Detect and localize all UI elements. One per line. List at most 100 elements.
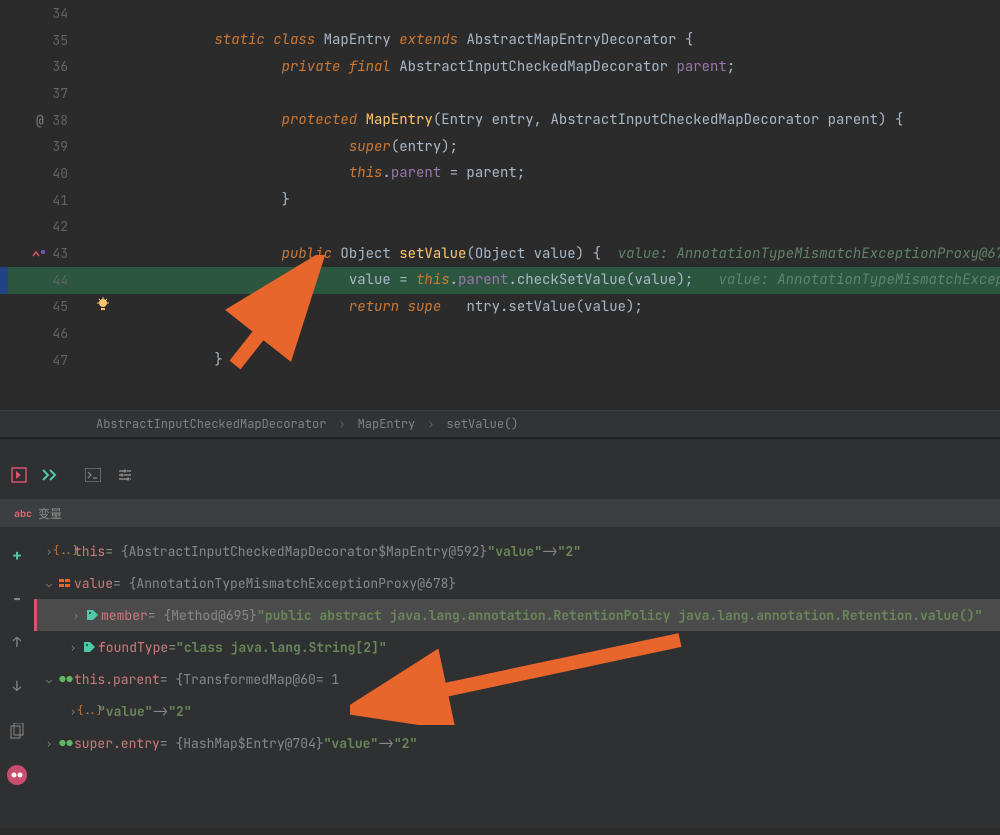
code-content[interactable]: this.parent = parent; bbox=[80, 164, 1000, 182]
variable-value: = bbox=[168, 639, 176, 656]
variables-label: 变量 bbox=[38, 505, 62, 522]
code-line[interactable]: 42 bbox=[0, 214, 1000, 241]
side-controls: + − ↑ ↓ bbox=[0, 535, 34, 835]
code-line[interactable]: 41 } bbox=[0, 187, 1000, 214]
code-content[interactable] bbox=[80, 4, 1000, 22]
copy-icon[interactable] bbox=[10, 715, 24, 747]
line-number: 36 bbox=[0, 53, 80, 80]
code-content[interactable] bbox=[80, 84, 1000, 102]
variable-row[interactable]: ⌄ value = {AnnotationTypeMismatchExceptio… bbox=[34, 567, 1000, 599]
variable-value: = {HashMap$Entry@704} bbox=[160, 735, 324, 752]
code-line[interactable]: 37 bbox=[0, 80, 1000, 107]
debug-panel: abc 变量 + − ↑ ↓ ›{..}this = {AbstractInputCh… bbox=[0, 438, 1000, 828]
code-line[interactable]: 43 public Object setValue(Object value) … bbox=[0, 240, 1000, 267]
code-line[interactable]: 35 static class MapEntry extends Abstrac… bbox=[0, 27, 1000, 54]
code-content[interactable]: } bbox=[80, 191, 1000, 209]
settings-icon[interactable] bbox=[116, 466, 134, 484]
abc-icon: abc bbox=[14, 507, 32, 520]
line-number: 44 bbox=[0, 267, 80, 294]
variable-row[interactable]: ›super.entry = {HashMap$Entry@704} "valu… bbox=[34, 727, 1000, 759]
var-type-icon bbox=[58, 671, 74, 687]
line-number: 42 bbox=[0, 214, 80, 241]
breadcrumb-item[interactable]: AbstractInputCheckedMapDecorator bbox=[90, 416, 332, 432]
variable-string: "class java.lang.String[2]" bbox=[176, 639, 387, 656]
variable-name: foundType bbox=[98, 639, 168, 656]
code-content[interactable] bbox=[80, 218, 1000, 236]
code-line[interactable]: 40 this.parent = parent; bbox=[0, 160, 1000, 187]
line-number: 41 bbox=[0, 187, 80, 214]
breadcrumb: AbstractInputCheckedMapDecorator › MapEn… bbox=[0, 410, 1000, 438]
debug-marker-icon bbox=[32, 245, 46, 262]
step-over-icon[interactable] bbox=[42, 466, 60, 484]
breadcrumb-item[interactable]: MapEntry bbox=[352, 416, 422, 432]
variable-string: "2" bbox=[168, 703, 191, 720]
console-icon[interactable] bbox=[84, 466, 102, 484]
variable-row[interactable]: ⌄ this.parent = {TransformedMap@60 = 1 bbox=[34, 663, 1000, 695]
chevron-icon[interactable]: ⌄ bbox=[46, 577, 58, 590]
breadcrumb-separator: › bbox=[332, 416, 351, 432]
line-number: 43 bbox=[0, 240, 80, 267]
var-type-icon bbox=[82, 639, 98, 655]
variable-row[interactable]: ›{..}this = {AbstractInputCheckedMapDeco… bbox=[34, 535, 1000, 567]
code-line[interactable]: 39 super(entry); bbox=[0, 133, 1000, 160]
var-type-icon: {..} bbox=[58, 543, 74, 559]
code-content[interactable]: } bbox=[80, 325, 1000, 343]
arrow-text: -> bbox=[378, 735, 394, 752]
code-content[interactable]: private final AbstractInputCheckedMapDec… bbox=[80, 58, 1000, 76]
code-content[interactable]: value = this.parent.checkSetValue(value)… bbox=[80, 271, 1000, 289]
variable-row[interactable]: ›{..}"value" -> "2" bbox=[34, 695, 1000, 727]
code-line[interactable]: 38@ protected MapEntry(Entry entry, Abst… bbox=[0, 107, 1000, 134]
line-number: 47 bbox=[0, 347, 80, 374]
variable-string: "public abstract java.lang.annotation.Re… bbox=[257, 607, 982, 624]
code-editor[interactable]: 34 35 static class MapEntry extends Abst… bbox=[0, 0, 1000, 410]
down-icon[interactable]: ↓ bbox=[13, 671, 21, 703]
breadcrumb-separator: › bbox=[421, 416, 440, 432]
line-number: 38@ bbox=[0, 107, 80, 134]
code-content[interactable]: protected MapEntry(Entry entry, Abstract… bbox=[80, 111, 1000, 129]
chevron-icon[interactable]: › bbox=[73, 609, 85, 622]
code-line[interactable]: 45 return supe ntry.setValue(value); bbox=[0, 294, 1000, 321]
variable-name: this.parent bbox=[74, 671, 160, 688]
code-content[interactable]: static class MapEntry extends AbstractMa… bbox=[80, 31, 1000, 49]
var-type-icon bbox=[85, 607, 101, 623]
variable-name: super.entry bbox=[74, 735, 160, 752]
variable-value: = {TransformedMap@60 bbox=[160, 671, 316, 688]
chevron-icon[interactable]: › bbox=[46, 737, 58, 750]
variable-value: = 1 bbox=[316, 671, 339, 688]
debug-toolbar bbox=[0, 457, 1000, 493]
code-line[interactable]: 46 } bbox=[0, 320, 1000, 347]
variable-name: value bbox=[74, 575, 113, 592]
code-line[interactable]: 36 private final AbstractInputCheckedMap… bbox=[0, 53, 1000, 80]
arrow-text: -> bbox=[542, 543, 558, 560]
line-number: 39 bbox=[0, 133, 80, 160]
var-type-icon bbox=[58, 575, 74, 591]
up-icon[interactable]: ↑ bbox=[13, 627, 21, 659]
code-content[interactable]: super(entry); bbox=[80, 138, 1000, 156]
variable-row[interactable]: › foundType = "class java.lang.String[2]" bbox=[34, 631, 1000, 663]
code-line[interactable]: 47 } bbox=[0, 347, 1000, 374]
variables-tree[interactable]: + − ↑ ↓ ›{..}this = {AbstractInputCheckedMa… bbox=[0, 527, 1000, 835]
resume-icon[interactable] bbox=[10, 466, 28, 484]
code-content[interactable]: } bbox=[80, 351, 1000, 369]
variable-value: = {AbstractInputCheckedMapDecorator$MapE… bbox=[105, 543, 487, 560]
variable-name: member bbox=[101, 607, 148, 624]
variable-value: = {AnnotationTypeMismatchExceptionProxy@… bbox=[113, 575, 456, 592]
variables-header: abc 变量 bbox=[0, 499, 1000, 527]
chevron-icon[interactable]: › bbox=[70, 641, 82, 654]
code-content[interactable]: public Object setValue(Object value) { v… bbox=[80, 245, 1000, 263]
breadcrumb-item[interactable]: setValue() bbox=[440, 416, 524, 432]
var-type-icon: {..} bbox=[82, 703, 98, 719]
code-line[interactable]: 34 bbox=[0, 0, 1000, 27]
line-number: 46 bbox=[0, 320, 80, 347]
var-type-icon bbox=[58, 735, 74, 751]
avatar-icon[interactable] bbox=[7, 759, 27, 791]
variable-string: "2" bbox=[558, 543, 581, 560]
code-content[interactable]: return supe ntry.setValue(value); bbox=[80, 298, 1000, 316]
arrow-text: -> bbox=[153, 703, 169, 720]
plus-icon[interactable]: + bbox=[12, 539, 22, 571]
variable-row[interactable]: ›member = {Method@695} "public abstract … bbox=[34, 599, 1000, 631]
code-line[interactable]: 44 value = this.parent.checkSetValue(val… bbox=[0, 267, 1000, 294]
minus-icon[interactable]: − bbox=[12, 583, 23, 615]
line-number: 40 bbox=[0, 160, 80, 187]
chevron-icon[interactable]: ⌄ bbox=[46, 673, 58, 686]
